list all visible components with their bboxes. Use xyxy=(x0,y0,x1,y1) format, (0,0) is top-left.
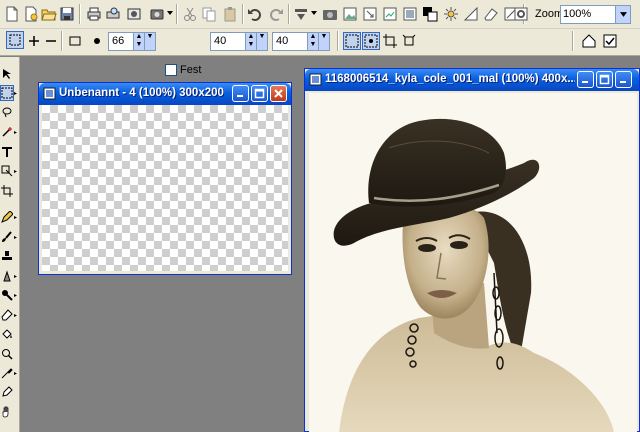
options-bar: 66 ▲ ▼ ▼ Fest 40 ▲ ▼ ▼ 40 ▲ ▼ ▼ xyxy=(0,29,640,76)
document-window-photo[interactable]: 1168006514_kyla_cole_001_mal (100%) 400x… xyxy=(304,68,640,432)
stamp-tool-icon[interactable] xyxy=(0,248,14,264)
fest-checkbox[interactable] xyxy=(165,64,177,76)
brush-size-value: 66 xyxy=(112,35,125,47)
print-icon[interactable] xyxy=(85,5,103,23)
selection-tool-icon[interactable] xyxy=(0,85,14,101)
width-value: 40 xyxy=(214,35,227,47)
tool-palette: ▸ ▸ ▸ ▸ ▸ ▸ ▸ ▸ ▸ xyxy=(0,57,20,432)
spin-arrows-icon[interactable]: ▲ ▼ xyxy=(307,33,318,50)
copy-icon[interactable] xyxy=(200,5,218,23)
image-icon[interactable] xyxy=(341,5,359,23)
save-icon[interactable] xyxy=(58,5,76,23)
undo-icon[interactable] xyxy=(246,5,264,23)
hand-tool-icon[interactable] xyxy=(0,404,14,420)
lasso-tool-icon[interactable] xyxy=(0,104,14,120)
photo-canvas[interactable] xyxy=(309,93,637,432)
eraser-tool-icon[interactable] xyxy=(0,307,14,323)
spin-arrows-icon[interactable]: ▲ ▼ xyxy=(133,33,144,50)
brush-size-icon xyxy=(88,32,106,50)
selection-tool-icon[interactable] xyxy=(6,31,24,49)
transparent-canvas[interactable] xyxy=(42,105,288,271)
chevron-down-icon[interactable]: ▼ xyxy=(144,33,155,50)
chevron-down-icon[interactable] xyxy=(615,6,630,23)
adjust-icon[interactable] xyxy=(381,5,399,23)
minimize-button[interactable] xyxy=(615,71,632,88)
print-preview-icon[interactable] xyxy=(104,5,122,23)
crop-icon[interactable] xyxy=(381,32,399,50)
color-icon[interactable] xyxy=(421,5,439,23)
minimize-button[interactable] xyxy=(232,85,249,102)
erase-icon[interactable] xyxy=(482,5,500,23)
browse-icon[interactable] xyxy=(125,5,143,23)
chevron-down-icon[interactable]: ▼ xyxy=(256,33,267,50)
feather-icon[interactable] xyxy=(362,32,380,50)
close-button[interactable] xyxy=(270,85,287,102)
chevron-down-icon[interactable]: ▼ xyxy=(318,33,329,50)
rectangle-icon[interactable] xyxy=(66,32,84,50)
move-tool-icon[interactable] xyxy=(0,66,14,82)
zoom-label: Zoom xyxy=(535,8,564,20)
home-icon[interactable] xyxy=(580,32,598,50)
spin-arrows-icon[interactable]: ▲ ▼ xyxy=(245,33,256,50)
effects-icon[interactable] xyxy=(292,5,310,23)
add-selection-icon[interactable] xyxy=(25,32,43,50)
window-title: Unbenannt - 4 (100%) 300x200 xyxy=(59,87,224,99)
text-tool-icon[interactable] xyxy=(0,144,14,160)
document-icon xyxy=(309,73,322,86)
image-icon[interactable] xyxy=(401,5,419,23)
pen-tool-icon[interactable] xyxy=(0,384,14,400)
sharpen-icon[interactable] xyxy=(462,5,480,23)
maximize-button[interactable] xyxy=(596,71,613,88)
main-toolbar: Zoom 100% xyxy=(0,0,640,29)
document-icon xyxy=(43,87,56,100)
subtract-selection-icon[interactable] xyxy=(42,32,60,50)
antialias-icon[interactable] xyxy=(343,32,361,50)
eyedropper-tool-icon[interactable] xyxy=(0,365,14,381)
new-icon[interactable] xyxy=(3,5,21,23)
window-title: 1168006514_kyla_cole_001_mal (100%) 400x… xyxy=(325,73,575,85)
window-titlebar[interactable]: 1168006514_kyla_cole_001_mal (100%) 400x… xyxy=(305,69,639,91)
dodge-tool-icon[interactable] xyxy=(0,287,14,303)
settings-icon[interactable] xyxy=(512,5,530,23)
cut-icon[interactable] xyxy=(181,5,199,23)
zoom-select[interactable]: 100% xyxy=(560,5,631,24)
brightness-icon[interactable] xyxy=(442,5,460,23)
paste-icon[interactable] xyxy=(221,5,239,23)
fest-label: Fest xyxy=(180,64,202,76)
transform-icon[interactable] xyxy=(400,32,418,50)
open-icon[interactable] xyxy=(40,5,58,23)
new-from-clipboard-icon[interactable] xyxy=(22,5,40,23)
camera-icon[interactable] xyxy=(321,5,339,23)
minimize-button[interactable] xyxy=(577,71,594,88)
window-titlebar[interactable]: Unbenannt - 4 (100%) 300x200 xyxy=(39,83,291,105)
maximize-button[interactable] xyxy=(251,85,268,102)
brush-size-input[interactable]: 66 ▲ ▼ ▼ xyxy=(108,32,156,51)
camera-icon[interactable] xyxy=(148,5,166,23)
apply-icon[interactable] xyxy=(601,32,619,50)
height-input[interactable]: 40 ▲ ▼ ▼ xyxy=(272,32,330,51)
height-value: 40 xyxy=(276,35,289,47)
transform-tool-icon[interactable] xyxy=(0,163,14,179)
fill-tool-icon[interactable] xyxy=(0,326,14,342)
magic-wand-icon[interactable] xyxy=(0,124,14,140)
zoom-value: 100% xyxy=(563,8,592,20)
smudge-tool-icon[interactable] xyxy=(0,268,14,284)
pencil-tool-icon[interactable] xyxy=(0,209,14,225)
crop-tool-icon[interactable] xyxy=(0,183,14,199)
width-input[interactable]: 40 ▲ ▼ ▼ xyxy=(210,32,268,51)
zoom-tool-icon[interactable] xyxy=(0,346,14,362)
export-icon[interactable] xyxy=(361,5,379,23)
sepia-portrait-image xyxy=(309,93,637,432)
brush-tool-icon[interactable] xyxy=(0,229,14,245)
document-window-untitled[interactable]: Unbenannt - 4 (100%) 300x200 xyxy=(38,82,292,275)
redo-icon[interactable] xyxy=(267,5,285,23)
